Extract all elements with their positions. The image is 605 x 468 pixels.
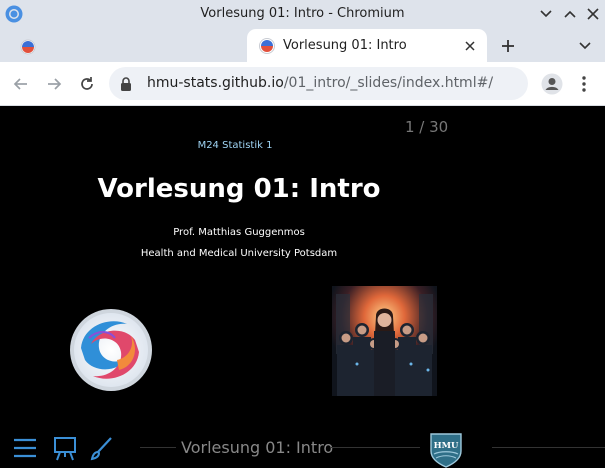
whiteboard-icon[interactable]	[52, 435, 78, 461]
tab-favicon-icon	[20, 39, 36, 55]
tab-favicon-icon	[259, 38, 275, 54]
url-path: /01_intro/_slides/index.html#/	[283, 75, 494, 91]
chevron-down-icon[interactable]	[578, 39, 592, 53]
menu-icon[interactable]	[12, 435, 38, 461]
swirl-logo	[70, 309, 152, 391]
url-host: hmu-stats.github.io	[147, 75, 284, 91]
slide-counter: 1 / 30	[405, 118, 449, 136]
window-title: Vorlesung 01: Intro - Chromium	[200, 6, 405, 21]
browser-toolbar: hmu-stats.github.io/01_intro/_slides/ind…	[0, 62, 605, 106]
hmu-shield-logo: HMU	[430, 433, 462, 468]
forward-arrow-icon[interactable]	[45, 75, 63, 93]
team-illustration	[332, 286, 437, 396]
tab-strip: Vorlesung 01: Intro	[0, 29, 605, 62]
hmu-badge-text: HMU	[434, 441, 459, 451]
slide-title: Vorlesung 01: Intro	[97, 174, 381, 204]
footer-divider	[492, 447, 605, 448]
browser-window: Vorlesung 01: Intro - Chromium Vorlesung…	[0, 0, 605, 468]
tab-title: Vorlesung 01: Intro	[283, 38, 407, 53]
slide-author: Prof. Matthias Guggenmos	[173, 227, 305, 238]
footer-divider	[140, 447, 176, 448]
more-menu-icon[interactable]	[576, 75, 592, 93]
maximize-icon[interactable]	[561, 5, 579, 23]
lock-icon	[121, 77, 131, 91]
title-bar: Vorlesung 01: Intro - Chromium	[0, 0, 605, 29]
brush-icon[interactable]	[89, 435, 115, 461]
tab-active[interactable]: Vorlesung 01: Intro	[247, 29, 487, 62]
url-text: hmu-stats.github.io/01_intro/_slides/ind…	[147, 75, 493, 91]
slide-subtitle: M24 Statistik 1	[197, 140, 273, 151]
close-window-icon[interactable]	[584, 5, 602, 23]
footer-title: Vorlesung 01: Intro	[181, 438, 334, 457]
reload-icon[interactable]	[78, 75, 96, 93]
address-bar[interactable]: hmu-stats.github.io/01_intro/_slides/ind…	[109, 67, 528, 100]
slide-affiliation: Health and Medical University Potsdam	[140, 248, 338, 259]
close-tab-icon[interactable]	[463, 39, 477, 53]
tab-inactive[interactable]	[10, 35, 42, 59]
profile-avatar-icon[interactable]	[541, 73, 563, 95]
slide-viewport: 1 / 30 M24 Statistik 1 Vorlesung 01: Int…	[0, 106, 605, 468]
back-arrow-icon[interactable]	[12, 75, 30, 93]
slide-footer: Vorlesung 01: Intro HMU	[0, 421, 605, 468]
minimize-icon[interactable]	[537, 5, 555, 23]
new-tab-icon[interactable]	[500, 38, 516, 54]
footer-divider	[330, 447, 420, 448]
